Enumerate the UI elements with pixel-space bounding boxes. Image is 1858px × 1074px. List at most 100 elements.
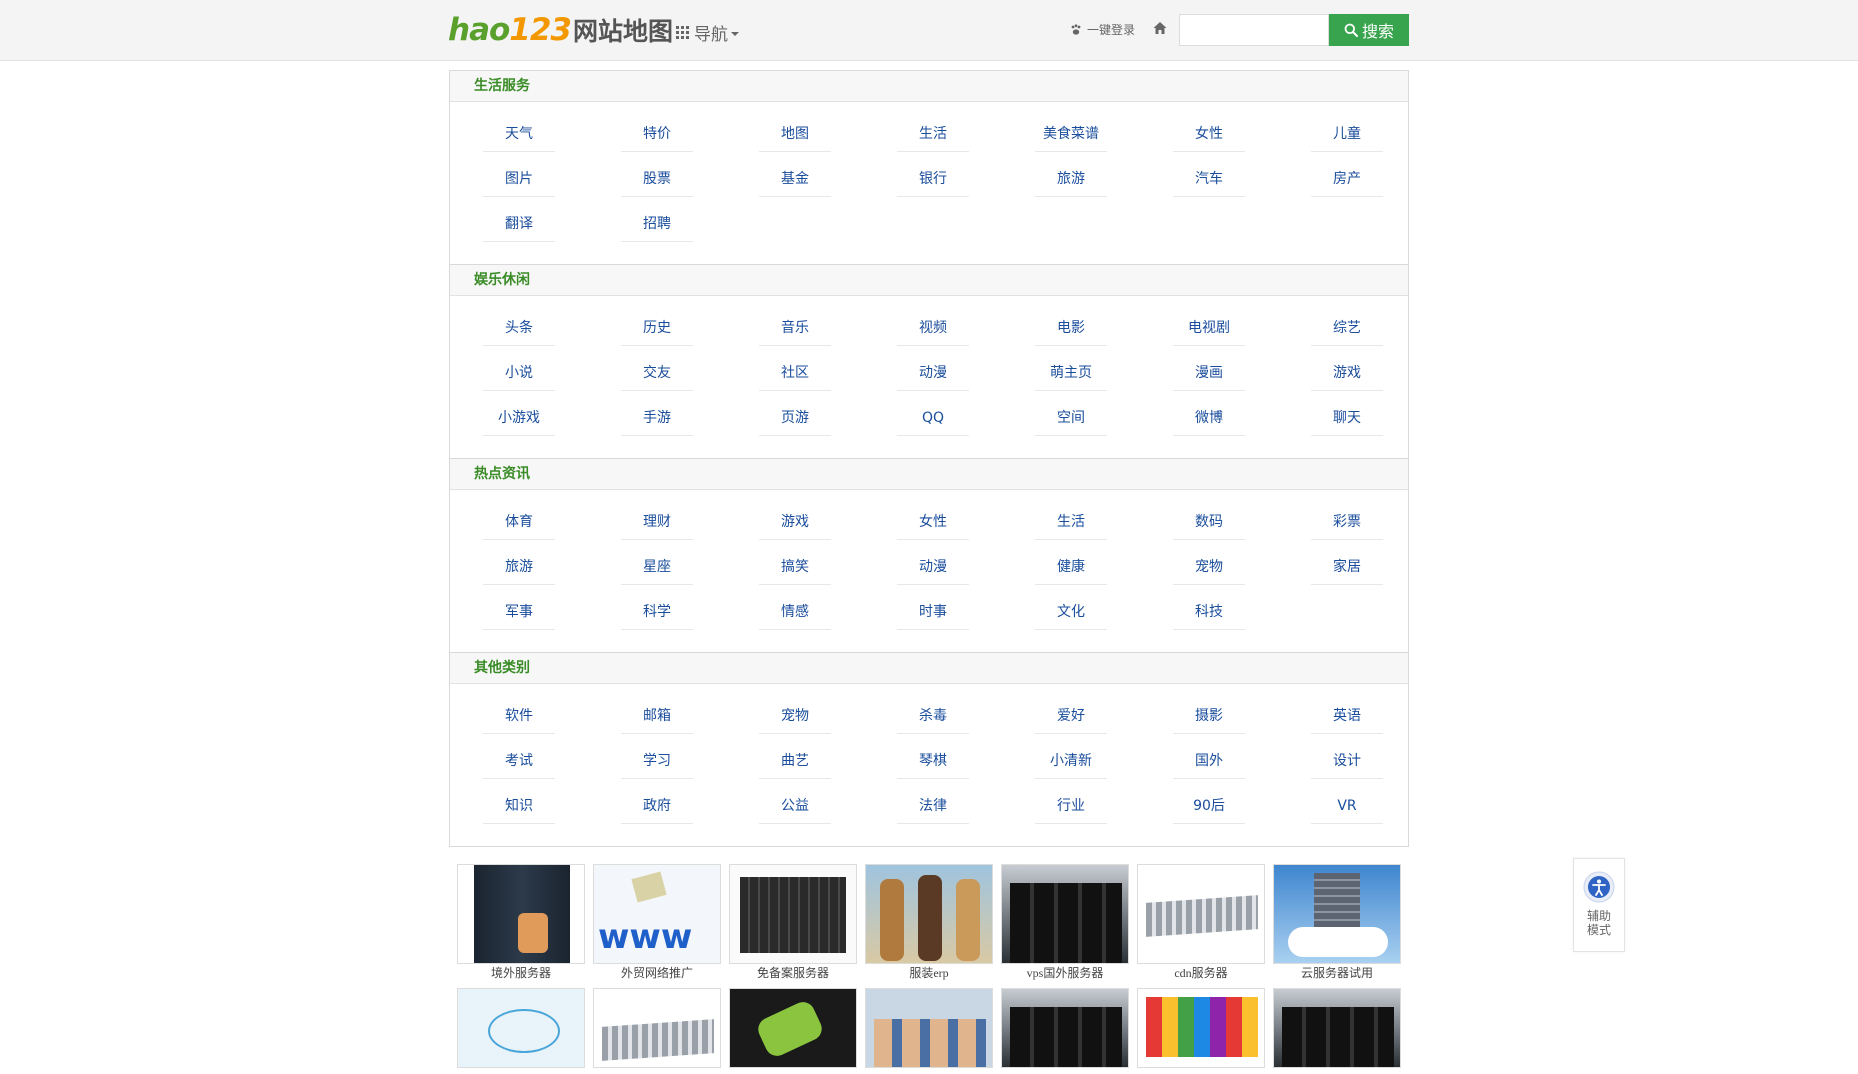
category-link[interactable]: 国外: [1173, 744, 1245, 779]
thumbnail-card[interactable]: [593, 988, 721, 1068]
thumbnail-card[interactable]: 服装erp: [865, 864, 993, 982]
accessibility-mode-button[interactable]: 辅助模式: [1573, 858, 1625, 952]
thumbnail-card[interactable]: 境外服务器: [457, 864, 585, 982]
category-link[interactable]: VR: [1311, 789, 1383, 824]
category-link[interactable]: 曲艺: [759, 744, 831, 779]
category-link[interactable]: 知识: [483, 789, 555, 824]
category-link[interactable]: 政府: [621, 789, 693, 824]
category-link[interactable]: 图片: [483, 162, 555, 197]
one-click-login-link[interactable]: 一键登录: [1070, 21, 1135, 38]
category-link[interactable]: 汽车: [1173, 162, 1245, 197]
category-link[interactable]: 动漫: [897, 550, 969, 585]
category-link[interactable]: 房产: [1311, 162, 1383, 197]
category-link[interactable]: 星座: [621, 550, 693, 585]
category-link[interactable]: 90后: [1173, 789, 1245, 824]
thumbnail-card[interactable]: www 外贸网络推广: [593, 864, 721, 982]
category-link[interactable]: 生活: [897, 117, 969, 152]
category-link[interactable]: 搞笑: [759, 550, 831, 585]
category-link[interactable]: 手游: [621, 401, 693, 436]
home-icon[interactable]: [1152, 20, 1168, 36]
category-link[interactable]: 数码: [1173, 505, 1245, 540]
category-link[interactable]: 杀毒: [897, 699, 969, 734]
category-link[interactable]: 天气: [483, 117, 555, 152]
thumbnail-card[interactable]: [457, 988, 585, 1068]
category-link[interactable]: 公益: [759, 789, 831, 824]
thumbnail-card[interactable]: [865, 988, 993, 1068]
category-link[interactable]: 宠物: [759, 699, 831, 734]
category-link[interactable]: 健康: [1035, 550, 1107, 585]
category-link[interactable]: 小说: [483, 356, 555, 391]
category-link[interactable]: 特价: [621, 117, 693, 152]
category-link[interactable]: 爱好: [1035, 699, 1107, 734]
category-link[interactable]: 招聘: [621, 207, 693, 242]
category-link[interactable]: 理财: [621, 505, 693, 540]
site-logo[interactable]: hao123 网站地图: [448, 12, 673, 48]
category-link[interactable]: 银行: [897, 162, 969, 197]
category-link[interactable]: 漫画: [1173, 356, 1245, 391]
category-link[interactable]: 交友: [621, 356, 693, 391]
search-input[interactable]: [1179, 14, 1329, 46]
category-link[interactable]: 女性: [1173, 117, 1245, 152]
category-link[interactable]: 社区: [759, 356, 831, 391]
category-link[interactable]: 历史: [621, 311, 693, 346]
category-link[interactable]: 音乐: [759, 311, 831, 346]
category-link[interactable]: 视频: [897, 311, 969, 346]
category-link[interactable]: 设计: [1311, 744, 1383, 779]
category-link[interactable]: 军事: [483, 595, 555, 630]
thumbnail-card[interactable]: cdn服务器: [1137, 864, 1265, 982]
category-link[interactable]: 生活: [1035, 505, 1107, 540]
category-link[interactable]: 英语: [1311, 699, 1383, 734]
category-link[interactable]: 邮箱: [621, 699, 693, 734]
category-link[interactable]: 页游: [759, 401, 831, 436]
category-link[interactable]: 电视剧: [1173, 311, 1245, 346]
category-link[interactable]: 彩票: [1311, 505, 1383, 540]
category-link[interactable]: 游戏: [1311, 356, 1383, 391]
category-link[interactable]: 软件: [483, 699, 555, 734]
category-link[interactable]: 小清新: [1035, 744, 1107, 779]
category-link[interactable]: 家居: [1311, 550, 1383, 585]
category-link[interactable]: 行业: [1035, 789, 1107, 824]
category-link[interactable]: 科学: [621, 595, 693, 630]
category-link[interactable]: 学习: [621, 744, 693, 779]
thumbnail-card[interactable]: [729, 988, 857, 1068]
nav-dropdown[interactable]: 导航: [676, 20, 739, 45]
category-link[interactable]: 宠物: [1173, 550, 1245, 585]
category-link[interactable]: 电影: [1035, 311, 1107, 346]
category-link[interactable]: 翻译: [483, 207, 555, 242]
thumbnail-card[interactable]: [1001, 988, 1129, 1068]
category-link[interactable]: 游戏: [759, 505, 831, 540]
thumbnail-card[interactable]: 云服务器试用: [1273, 864, 1401, 982]
category-link[interactable]: 小游戏: [483, 401, 555, 436]
category-link[interactable]: 儿童: [1311, 117, 1383, 152]
category-link[interactable]: 综艺: [1311, 311, 1383, 346]
category-link[interactable]: 考试: [483, 744, 555, 779]
thumbnail-card[interactable]: 免备案服务器: [729, 864, 857, 982]
category-link[interactable]: 情感: [759, 595, 831, 630]
category-link[interactable]: 微博: [1173, 401, 1245, 436]
thumbnail-card[interactable]: vps国外服务器: [1001, 864, 1129, 982]
category-link[interactable]: 空间: [1035, 401, 1107, 436]
category-link[interactable]: 头条: [483, 311, 555, 346]
category-link[interactable]: 时事: [897, 595, 969, 630]
category-section: 生活服务 天气 特价 地图 生活 美食菜谱 女性 儿童 图片 股票 基金 银行 旅游 汽车 房产 翻译 招聘: [450, 71, 1408, 265]
category-link[interactable]: 摄影: [1173, 699, 1245, 734]
category-link[interactable]: 萌主页: [1035, 356, 1107, 391]
category-link[interactable]: 琴棋: [897, 744, 969, 779]
thumbnail-card[interactable]: [1137, 988, 1265, 1068]
category-link[interactable]: 股票: [621, 162, 693, 197]
category-link[interactable]: 基金: [759, 162, 831, 197]
category-link[interactable]: 旅游: [483, 550, 555, 585]
category-link[interactable]: 动漫: [897, 356, 969, 391]
thumbnail-card[interactable]: [1273, 988, 1401, 1068]
category-link[interactable]: 文化: [1035, 595, 1107, 630]
search-button[interactable]: 搜索: [1329, 14, 1409, 46]
category-link[interactable]: 女性: [897, 505, 969, 540]
category-link[interactable]: 地图: [759, 117, 831, 152]
category-link[interactable]: QQ: [897, 401, 969, 436]
category-link[interactable]: 美食菜谱: [1035, 117, 1107, 152]
category-link[interactable]: 聊天: [1311, 401, 1383, 436]
category-link[interactable]: 法律: [897, 789, 969, 824]
category-link[interactable]: 旅游: [1035, 162, 1107, 197]
category-link[interactable]: 科技: [1173, 595, 1245, 630]
category-link[interactable]: 体育: [483, 505, 555, 540]
